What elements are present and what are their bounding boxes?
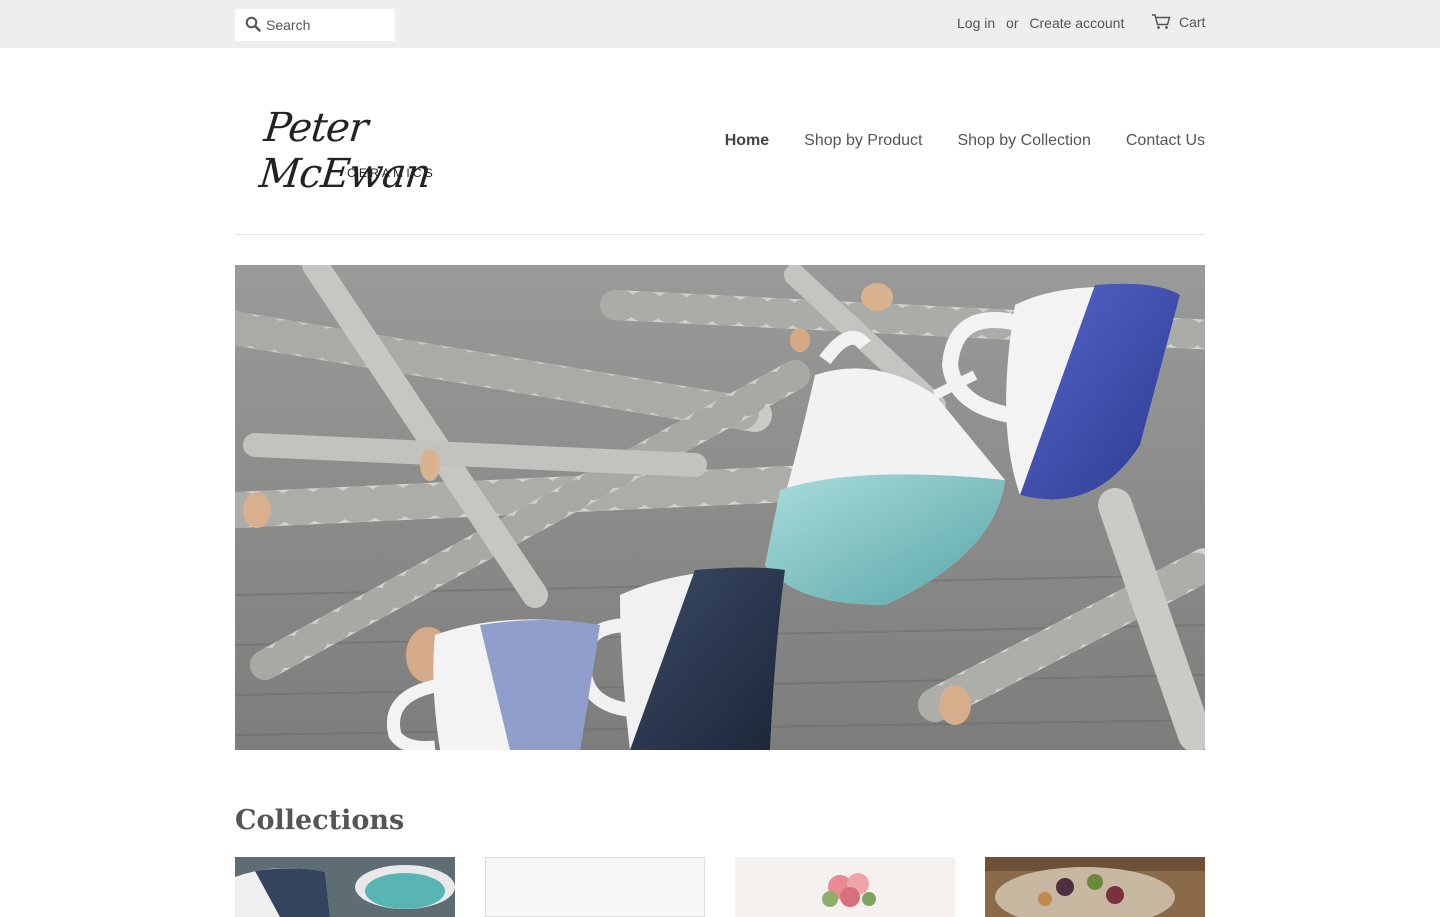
header-divider xyxy=(235,234,1205,235)
site-logo[interactable]: Peter McEwan CERAMICS xyxy=(257,105,537,197)
collection-card[interactable] xyxy=(235,857,455,917)
top-bar: Log in or Create account Cart xyxy=(0,0,1440,48)
collection-card[interactable] xyxy=(735,857,955,917)
hero-image[interactable] xyxy=(235,265,1205,750)
nav-shop-by-product[interactable]: Shop by Product xyxy=(804,132,922,150)
collection-thumbnail xyxy=(735,857,955,917)
nav-contact-us[interactable]: Contact Us xyxy=(1126,132,1205,150)
logo-script: Peter McEwan xyxy=(257,105,433,197)
main-nav: Home Shop by Product Shop by Collection … xyxy=(690,132,1205,150)
collection-card[interactable] xyxy=(485,857,705,917)
search-input[interactable] xyxy=(266,9,391,41)
collection-card[interactable] xyxy=(985,857,1205,917)
collections-title: Collections xyxy=(235,805,405,836)
search-box[interactable] xyxy=(235,9,395,41)
hero-photo-illustration xyxy=(235,265,1205,750)
account-links: Log in or Create account xyxy=(957,15,1124,31)
nav-shop-by-collection[interactable]: Shop by Collection xyxy=(957,132,1090,150)
or-separator: or xyxy=(1006,15,1019,31)
nav-home[interactable]: Home xyxy=(725,132,769,150)
search-icon[interactable] xyxy=(245,16,261,32)
collection-thumbnail xyxy=(235,857,455,917)
cart-icon xyxy=(1152,14,1171,29)
create-account-link[interactable]: Create account xyxy=(1029,15,1124,31)
cart-link[interactable]: Cart xyxy=(1151,13,1205,30)
cart-label: Cart xyxy=(1179,13,1206,30)
collection-thumbnail xyxy=(985,857,1205,917)
login-link[interactable]: Log in xyxy=(957,15,995,31)
logo-subtitle: CERAMICS xyxy=(347,166,436,180)
